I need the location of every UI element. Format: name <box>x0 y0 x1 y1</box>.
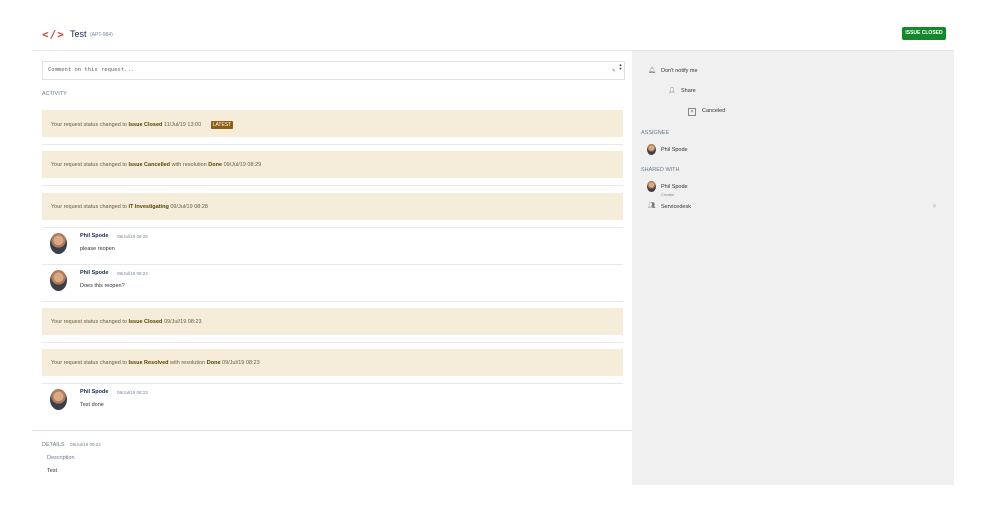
status-time: 09/Jul/19 08:23 <box>222 360 260 366</box>
notify-toggle[interactable]: Don't notify me <box>661 68 698 74</box>
shared-with-label: SHARED WITH <box>641 167 680 173</box>
comment-author[interactable]: Phil Spode <box>80 270 108 276</box>
issue-status-button[interactable]: ISSUE CLOSED <box>902 27 946 40</box>
cancel-request-button[interactable]: Canceled <box>702 108 725 114</box>
description-value: Test <box>47 468 58 474</box>
status-prefix: Your request status changed to <box>51 122 127 128</box>
page-title: Test <box>70 29 87 39</box>
avatar <box>50 270 67 291</box>
comment-author[interactable]: Phil Spode <box>80 233 108 239</box>
comment-body: Does this reopen? <box>80 283 125 289</box>
shared-user-role: Creator <box>661 192 675 197</box>
share-button[interactable]: Share <box>681 88 696 94</box>
comment-time: 09/Jul/19 08:24 <box>117 271 148 276</box>
assignee-name: Phil Spode <box>661 147 688 153</box>
avatar <box>50 233 67 254</box>
divider <box>42 301 623 302</box>
comment-controls: ✎ ▲ ▼ <box>607 63 623 78</box>
status-middle: with resolution <box>171 162 207 168</box>
activity-comment-row: Phil Spode 09/Jul/19 08:28 please reopen <box>42 228 623 258</box>
divider <box>42 144 623 145</box>
comment-time: 09/Jul/19 08:23 <box>117 390 148 395</box>
comment-placeholder: Comment on this request... <box>48 67 135 73</box>
resolution-value: Done <box>208 162 223 168</box>
status-value: Issue Closed <box>128 319 163 325</box>
status-value: Issue Closed <box>128 122 163 128</box>
activity-label: ACTIVITY <box>42 91 67 97</box>
activity-status-row: Your request status changed to IT Invest… <box>42 193 623 220</box>
cancel-icon: × <box>688 108 696 116</box>
pencil-icon: ✎ <box>612 68 616 74</box>
comment-time: 09/Jul/19 08:28 <box>117 234 148 239</box>
activity-comment-row: Phil Spode 09/Jul/19 08:24 Does this reo… <box>42 265 623 295</box>
sidebar: 🔔︎ Don't notify me 👤︎ Share × Canceled A… <box>632 51 954 485</box>
issue-key: (APT-984) <box>90 32 113 38</box>
avatar <box>647 144 656 155</box>
divider <box>42 185 623 186</box>
user-icon: 👤︎ <box>668 88 676 94</box>
status-time: 11/Jul/19 13:00 <box>163 122 202 128</box>
shared-user-name: Phil Spode <box>661 184 688 190</box>
status-value: Issue Resolved <box>128 360 169 366</box>
comment-body: Test done <box>80 402 104 408</box>
resolution-value: Done <box>206 360 221 366</box>
activity-status-row: Your request status changed to Issue Clo… <box>42 308 623 335</box>
details-label: DETAILS <box>42 442 65 448</box>
activity-comment-row: Phil Spode 09/Jul/19 08:23 Test done <box>42 384 623 414</box>
status-middle: with resolution <box>170 360 206 366</box>
status-prefix: Your request status changed to <box>51 319 127 325</box>
status-time: 09/Jul/19 08:29 <box>223 162 262 168</box>
comment-body: please reopen <box>80 246 115 252</box>
comment-input[interactable]: Comment on this request... ✎ ▲ ▼ <box>42 61 625 80</box>
shared-group-name: Servicedesk <box>661 204 691 210</box>
status-time: 09/Jul/19 08:28 <box>170 204 208 210</box>
assignee-label: ASSIGNEE <box>641 130 670 136</box>
close-icon[interactable]: ✕ <box>932 203 937 210</box>
latest-badge: LATEST <box>210 121 234 129</box>
details-divider <box>32 430 632 431</box>
code-icon: </> <box>42 28 65 41</box>
divider <box>42 342 623 343</box>
status-value: Issue Cancelled <box>128 162 171 168</box>
comment-author[interactable]: Phil Spode <box>80 389 108 395</box>
description-label: Description <box>47 455 75 461</box>
status-time: 09/Jul/19 08:23 <box>163 319 202 325</box>
group-icon: 👥︎ <box>648 203 656 209</box>
avatar <box>647 181 656 192</box>
header: </> Test (APT-984) ISSUE CLOSED <box>0 0 998 51</box>
details-time: 09/Jul/19 08:22 <box>70 442 101 447</box>
activity-status-row: Your request status changed to Issue Can… <box>42 151 623 178</box>
resize-handle[interactable]: ▲ ▼ <box>618 63 623 78</box>
bell-icon: 🔔︎ <box>648 68 656 74</box>
status-prefix: Your request status changed to <box>51 360 127 366</box>
status-value: IT Investigating <box>128 204 169 210</box>
status-prefix: Your request status changed to <box>51 204 127 210</box>
activity-status-row: Your request status changed to Issue Clo… <box>42 110 623 137</box>
avatar <box>50 389 67 410</box>
activity-status-row: Your request status changed to Issue Res… <box>42 349 623 376</box>
main-panel: Comment on this request... ✎ ▲ ▼ ACTIVITY… <box>32 51 632 487</box>
status-prefix: Your request status changed to <box>51 162 127 168</box>
